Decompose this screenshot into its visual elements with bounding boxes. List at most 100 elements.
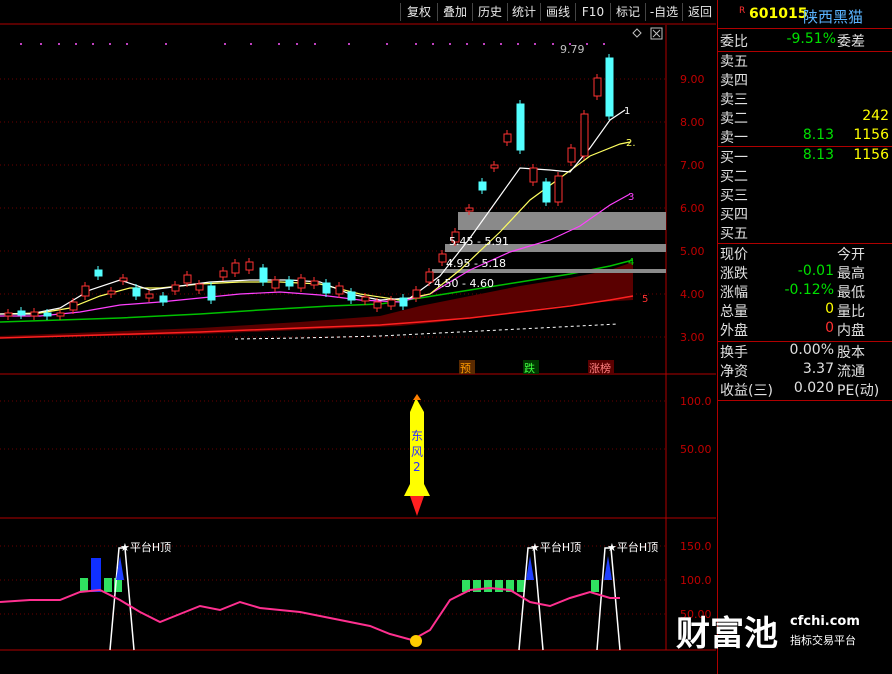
diamond-icon — [632, 28, 642, 38]
stat-label2: 量比 — [837, 304, 865, 320]
stock-header: R 601015 陕西黑猫 — [717, 2, 892, 26]
mark-button[interactable]: 标记 — [610, 3, 645, 21]
ask-volume: 242 — [862, 108, 889, 124]
chart-area[interactable]: 9.79 5.45 - 5.91 4.95 - 5.18 4.50 - 4.60… — [0, 0, 716, 674]
candle — [605, 57, 614, 117]
add-favorite-button[interactable]: -自选 — [645, 3, 682, 21]
candle — [30, 311, 39, 317]
rocket-icon: 东 风 2 — [404, 394, 430, 516]
watermark-tagline: 指标交易平台 — [790, 634, 856, 647]
candle — [145, 293, 154, 299]
quote-panel: R 601015 陕西黑猫 委比 -9.51% 委差 卖五 卖四 卖三 卖二 242 卖一… — [717, 0, 892, 674]
fuquan-button[interactable]: 复权 — [400, 3, 437, 21]
f10-button[interactable]: F10 — [575, 3, 610, 21]
bid-label: 买二 — [720, 169, 748, 185]
ma-tag-4: 4 — [628, 257, 634, 268]
candle — [107, 290, 116, 295]
ask-label: 卖五 — [720, 54, 748, 70]
ask-label: 卖一 — [720, 130, 748, 146]
stock-name: 陕西黑猫 — [803, 8, 864, 26]
y-tick: 6.00 — [680, 202, 705, 215]
bid-label: 买五 — [720, 226, 748, 242]
candle — [119, 277, 128, 282]
candle — [425, 271, 434, 283]
ask-row: 卖一 8.13 1156 — [717, 127, 892, 146]
candle — [554, 175, 563, 203]
candle — [159, 295, 168, 303]
ask-label: 卖三 — [720, 92, 748, 108]
stat-label2: 最低 — [837, 285, 865, 301]
candle — [195, 283, 204, 291]
candlestick-series — [4, 54, 614, 320]
candle — [542, 181, 551, 203]
y-tick: 150.0 — [680, 540, 712, 553]
history-button[interactable]: 历史 — [472, 3, 507, 21]
stat-value: 3.37 — [802, 361, 834, 377]
candle — [478, 181, 487, 191]
stat-value: 0 — [825, 301, 834, 317]
stat-label: 现价 — [720, 247, 748, 263]
smiley-icon — [410, 635, 422, 647]
stat-label2: PE(动) — [837, 383, 880, 399]
stat-label: 收益(三) — [720, 383, 773, 399]
stat-label: 涨跌 — [720, 266, 748, 282]
stock-code: 601015 — [749, 6, 808, 22]
candle — [56, 312, 65, 317]
back-button[interactable]: 返回 — [682, 3, 717, 21]
candle — [593, 77, 602, 97]
stat-value: 0.020 — [793, 380, 834, 396]
signal-label: ★平台H顶 — [530, 540, 581, 554]
bid-price: 8.13 — [802, 147, 834, 163]
main-y-axis: 9.00 8.00 7.00 6.00 5.00 4.00 3.00 100.0… — [680, 73, 712, 621]
svg-text:风: 风 — [411, 445, 423, 459]
candle — [347, 291, 356, 301]
ma-tag-2: 2. — [626, 138, 636, 149]
stat-row: 换手 0.00% 股本 — [717, 342, 892, 361]
y-tick: 100.0 — [680, 395, 712, 408]
candle — [285, 279, 294, 287]
range-label-2: 4.95 - 5.18 — [446, 257, 506, 270]
watermark-logo: 财富池 cfchi.com 指标交易平台 — [672, 604, 892, 664]
y-tick: 50.00 — [680, 443, 712, 456]
bid-row: 买二 — [717, 166, 892, 185]
candle — [335, 285, 344, 295]
candle — [231, 262, 240, 274]
bid-row: 买四 — [717, 204, 892, 223]
candle — [580, 113, 589, 157]
stat-label2: 今开 — [837, 247, 865, 263]
bid-row: 买五 — [717, 223, 892, 242]
stat-value: 0 — [825, 320, 834, 336]
candle — [171, 284, 180, 292]
diejia-button[interactable]: 叠加 — [437, 3, 472, 21]
range-box — [458, 212, 666, 230]
ma-tag-3: 3 — [628, 192, 634, 203]
main-grid — [0, 78, 665, 615]
candle — [465, 207, 474, 212]
marker-die: 跌 — [524, 361, 535, 375]
stats-button[interactable]: 统计 — [507, 3, 540, 21]
candle — [94, 269, 103, 277]
candle — [245, 261, 254, 271]
svg-text:东: 东 — [411, 429, 423, 443]
signal-label: ★平台H顶 — [607, 540, 658, 554]
candle — [503, 133, 512, 143]
marker-zhangbang: 涨榜 — [589, 361, 611, 375]
stat-label2: 最高 — [837, 266, 865, 282]
ma-tag-5: 5 — [642, 294, 648, 305]
range-label-3: 4.50 - 4.60 — [434, 277, 494, 290]
watermark-domain: cfchi.com — [790, 614, 860, 629]
stat-row: 收益(三) 0.020 PE(动) — [717, 380, 892, 399]
stat-value: 0.00% — [789, 342, 834, 358]
candle — [322, 282, 331, 294]
y-tick: 7.00 — [680, 159, 705, 172]
stat-value: -0.12% — [784, 282, 834, 298]
candle — [399, 297, 408, 307]
draw-line-button[interactable]: 画线 — [540, 3, 575, 21]
svg-text:2: 2 — [413, 460, 421, 474]
candle — [361, 296, 370, 302]
stat-row: 总量 0 量比 — [717, 301, 892, 320]
y-tick: 100.0 — [680, 574, 712, 587]
candle — [43, 312, 52, 317]
ask-row: 卖三 — [717, 89, 892, 108]
stat-row: 涨幅 -0.12% 最低 — [717, 282, 892, 301]
